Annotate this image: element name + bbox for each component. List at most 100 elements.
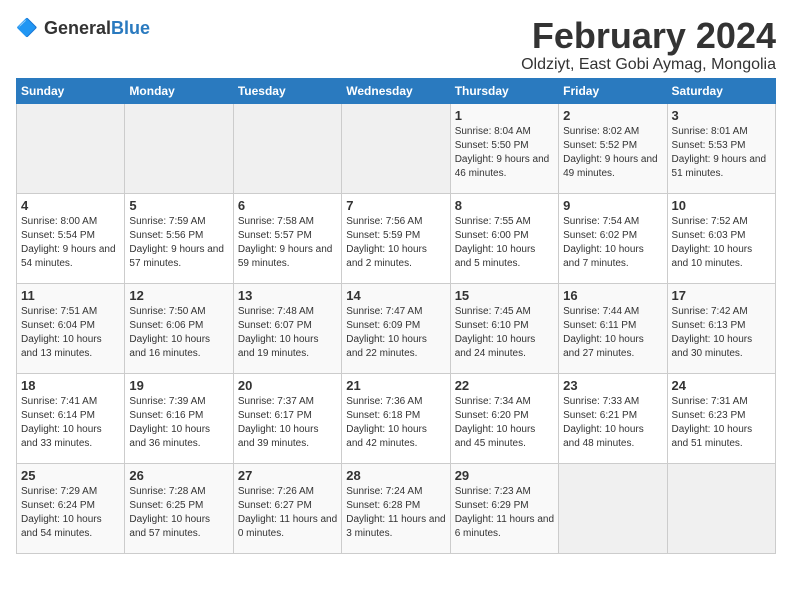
col-header-sunday: Sunday (17, 78, 125, 103)
day-number: 8 (455, 198, 554, 213)
svg-text:🔷: 🔷 (16, 18, 38, 38)
calendar-cell: 23 Sunrise: 7:33 AM Sunset: 6:21 PM Dayli… (559, 373, 667, 463)
day-number: 12 (129, 288, 228, 303)
calendar-cell: 15 Sunrise: 7:45 AM Sunset: 6:10 PM Dayli… (450, 283, 558, 373)
day-number: 3 (672, 108, 771, 123)
cell-content: Sunrise: 8:01 AM Sunset: 5:53 PM Dayligh… (672, 125, 771, 181)
cell-content: Sunrise: 7:59 AM Sunset: 5:56 PM Dayligh… (129, 215, 228, 271)
calendar-cell: 29 Sunrise: 7:23 AM Sunset: 6:29 PM Dayli… (450, 463, 558, 553)
day-number: 2 (563, 108, 662, 123)
calendar-cell: 27 Sunrise: 7:26 AM Sunset: 6:27 PM Dayli… (233, 463, 341, 553)
cell-content: Sunrise: 7:45 AM Sunset: 6:10 PM Dayligh… (455, 305, 554, 361)
day-number: 21 (346, 378, 445, 393)
day-number: 5 (129, 198, 228, 213)
month-title: February 2024 (521, 16, 776, 56)
day-number: 7 (346, 198, 445, 213)
day-number: 27 (238, 468, 337, 483)
calendar-cell: 24 Sunrise: 7:31 AM Sunset: 6:23 PM Dayli… (667, 373, 775, 463)
calendar-cell (342, 103, 450, 193)
cell-content: Sunrise: 7:52 AM Sunset: 6:03 PM Dayligh… (672, 215, 771, 271)
calendar-cell: 17Sunrise: 7:42 AM Sunset: 6:13 PM Dayli… (667, 283, 775, 373)
cell-content: Sunrise: 7:54 AM Sunset: 6:02 PM Dayligh… (563, 215, 662, 271)
col-header-wednesday: Wednesday (342, 78, 450, 103)
cell-content: Sunrise: 8:02 AM Sunset: 5:52 PM Dayligh… (563, 125, 662, 181)
cell-content: Sunrise: 7:33 AM Sunset: 6:21 PM Dayligh… (563, 395, 662, 451)
calendar-cell: 9Sunrise: 7:54 AM Sunset: 6:02 PM Daylig… (559, 193, 667, 283)
calendar-cell: 8 Sunrise: 7:55 AM Sunset: 6:00 PM Daylig… (450, 193, 558, 283)
day-number: 11 (21, 288, 120, 303)
col-header-thursday: Thursday (450, 78, 558, 103)
cell-content: Sunrise: 7:34 AM Sunset: 6:20 PM Dayligh… (455, 395, 554, 451)
day-number: 10 (672, 198, 771, 213)
calendar-cell: 10 Sunrise: 7:52 AM Sunset: 6:03 PM Dayli… (667, 193, 775, 283)
title-block: February 2024 Oldziyt, East Gobi Aymag, … (521, 16, 776, 74)
day-number: 15 (455, 288, 554, 303)
day-number: 24 (672, 378, 771, 393)
calendar-cell (559, 463, 667, 553)
day-number: 20 (238, 378, 337, 393)
day-number: 4 (21, 198, 120, 213)
calendar-cell: 5 Sunrise: 7:59 AM Sunset: 5:56 PM Daylig… (125, 193, 233, 283)
calendar-cell (667, 463, 775, 553)
calendar-cell: 2 Sunrise: 8:02 AM Sunset: 5:52 PM Daylig… (559, 103, 667, 193)
cell-content: Sunrise: 7:41 AM Sunset: 6:14 PM Dayligh… (21, 395, 120, 451)
calendar-cell: 12 Sunrise: 7:50 AM Sunset: 6:06 PM Dayli… (125, 283, 233, 373)
day-number: 23 (563, 378, 662, 393)
calendar-cell: 21 Sunrise: 7:36 AM Sunset: 6:18 PM Dayli… (342, 373, 450, 463)
day-number: 16 (563, 288, 662, 303)
cell-content: Sunrise: 8:00 AM Sunset: 5:54 PM Dayligh… (21, 215, 120, 271)
logo-icon: 🔷 (16, 16, 40, 40)
day-number: 25 (21, 468, 120, 483)
calendar-cell (125, 103, 233, 193)
calendar-table: SundayMondayTuesdayWednesdayThursdayFrid… (16, 78, 776, 554)
calendar-cell: 26 Sunrise: 7:28 AM Sunset: 6:25 PM Dayli… (125, 463, 233, 553)
cell-content: Sunrise: 7:31 AM Sunset: 6:23 PM Dayligh… (672, 395, 771, 451)
calendar-cell (17, 103, 125, 193)
logo: 🔷 GeneralBlue (16, 16, 150, 40)
day-number: 26 (129, 468, 228, 483)
day-number: 19 (129, 378, 228, 393)
calendar-cell: 22 Sunrise: 7:34 AM Sunset: 6:20 PM Dayli… (450, 373, 558, 463)
calendar-cell: 7Sunrise: 7:56 AM Sunset: 5:59 PM Daylig… (342, 193, 450, 283)
day-number: 14 (346, 288, 445, 303)
calendar-cell: 6 Sunrise: 7:58 AM Sunset: 5:57 PM Daylig… (233, 193, 341, 283)
cell-content: Sunrise: 7:48 AM Sunset: 6:07 PM Dayligh… (238, 305, 337, 361)
cell-content: Sunrise: 7:47 AM Sunset: 6:09 PM Dayligh… (346, 305, 445, 361)
cell-content: Sunrise: 7:58 AM Sunset: 5:57 PM Dayligh… (238, 215, 337, 271)
calendar-cell: 19 Sunrise: 7:39 AM Sunset: 6:16 PM Dayli… (125, 373, 233, 463)
cell-content: Sunrise: 7:55 AM Sunset: 6:00 PM Dayligh… (455, 215, 554, 271)
cell-content: Sunrise: 7:23 AM Sunset: 6:29 PM Dayligh… (455, 485, 554, 541)
day-number: 29 (455, 468, 554, 483)
day-number: 6 (238, 198, 337, 213)
cell-content: Sunrise: 7:26 AM Sunset: 6:27 PM Dayligh… (238, 485, 337, 541)
calendar-cell: 25 Sunrise: 7:29 AM Sunset: 6:24 PM Dayli… (17, 463, 125, 553)
cell-content: Sunrise: 7:51 AM Sunset: 6:04 PM Dayligh… (21, 305, 120, 361)
cell-content: Sunrise: 7:44 AM Sunset: 6:11 PM Dayligh… (563, 305, 662, 361)
cell-content: Sunrise: 7:42 AM Sunset: 6:13 PM Dayligh… (672, 305, 771, 361)
day-number: 13 (238, 288, 337, 303)
day-number: 22 (455, 378, 554, 393)
calendar-cell: 4 Sunrise: 8:00 AM Sunset: 5:54 PM Daylig… (17, 193, 125, 283)
calendar-cell: 3 Sunrise: 8:01 AM Sunset: 5:53 PM Daylig… (667, 103, 775, 193)
col-header-monday: Monday (125, 78, 233, 103)
cell-content: Sunrise: 7:39 AM Sunset: 6:16 PM Dayligh… (129, 395, 228, 451)
cell-content: Sunrise: 7:50 AM Sunset: 6:06 PM Dayligh… (129, 305, 228, 361)
calendar-cell: 11 Sunrise: 7:51 AM Sunset: 6:04 PM Dayli… (17, 283, 125, 373)
location-subtitle: Oldziyt, East Gobi Aymag, Mongolia (521, 56, 776, 74)
col-header-friday: Friday (559, 78, 667, 103)
calendar-cell: 20Sunrise: 7:37 AM Sunset: 6:17 PM Dayli… (233, 373, 341, 463)
cell-content: Sunrise: 7:36 AM Sunset: 6:18 PM Dayligh… (346, 395, 445, 451)
col-header-saturday: Saturday (667, 78, 775, 103)
calendar-cell: 16 Sunrise: 7:44 AM Sunset: 6:11 PM Dayli… (559, 283, 667, 373)
day-number: 28 (346, 468, 445, 483)
calendar-cell: 1 Sunrise: 8:04 AM Sunset: 5:50 PM Daylig… (450, 103, 558, 193)
cell-content: Sunrise: 7:28 AM Sunset: 6:25 PM Dayligh… (129, 485, 228, 541)
cell-content: Sunrise: 7:29 AM Sunset: 6:24 PM Dayligh… (21, 485, 120, 541)
cell-content: Sunrise: 7:24 AM Sunset: 6:28 PM Dayligh… (346, 485, 445, 541)
calendar-cell: 13 Sunrise: 7:48 AM Sunset: 6:07 PM Dayli… (233, 283, 341, 373)
logo-blue: Blue (111, 18, 150, 38)
day-number: 1 (455, 108, 554, 123)
logo-general: General (44, 18, 111, 38)
col-header-tuesday: Tuesday (233, 78, 341, 103)
cell-content: Sunrise: 8:04 AM Sunset: 5:50 PM Dayligh… (455, 125, 554, 181)
